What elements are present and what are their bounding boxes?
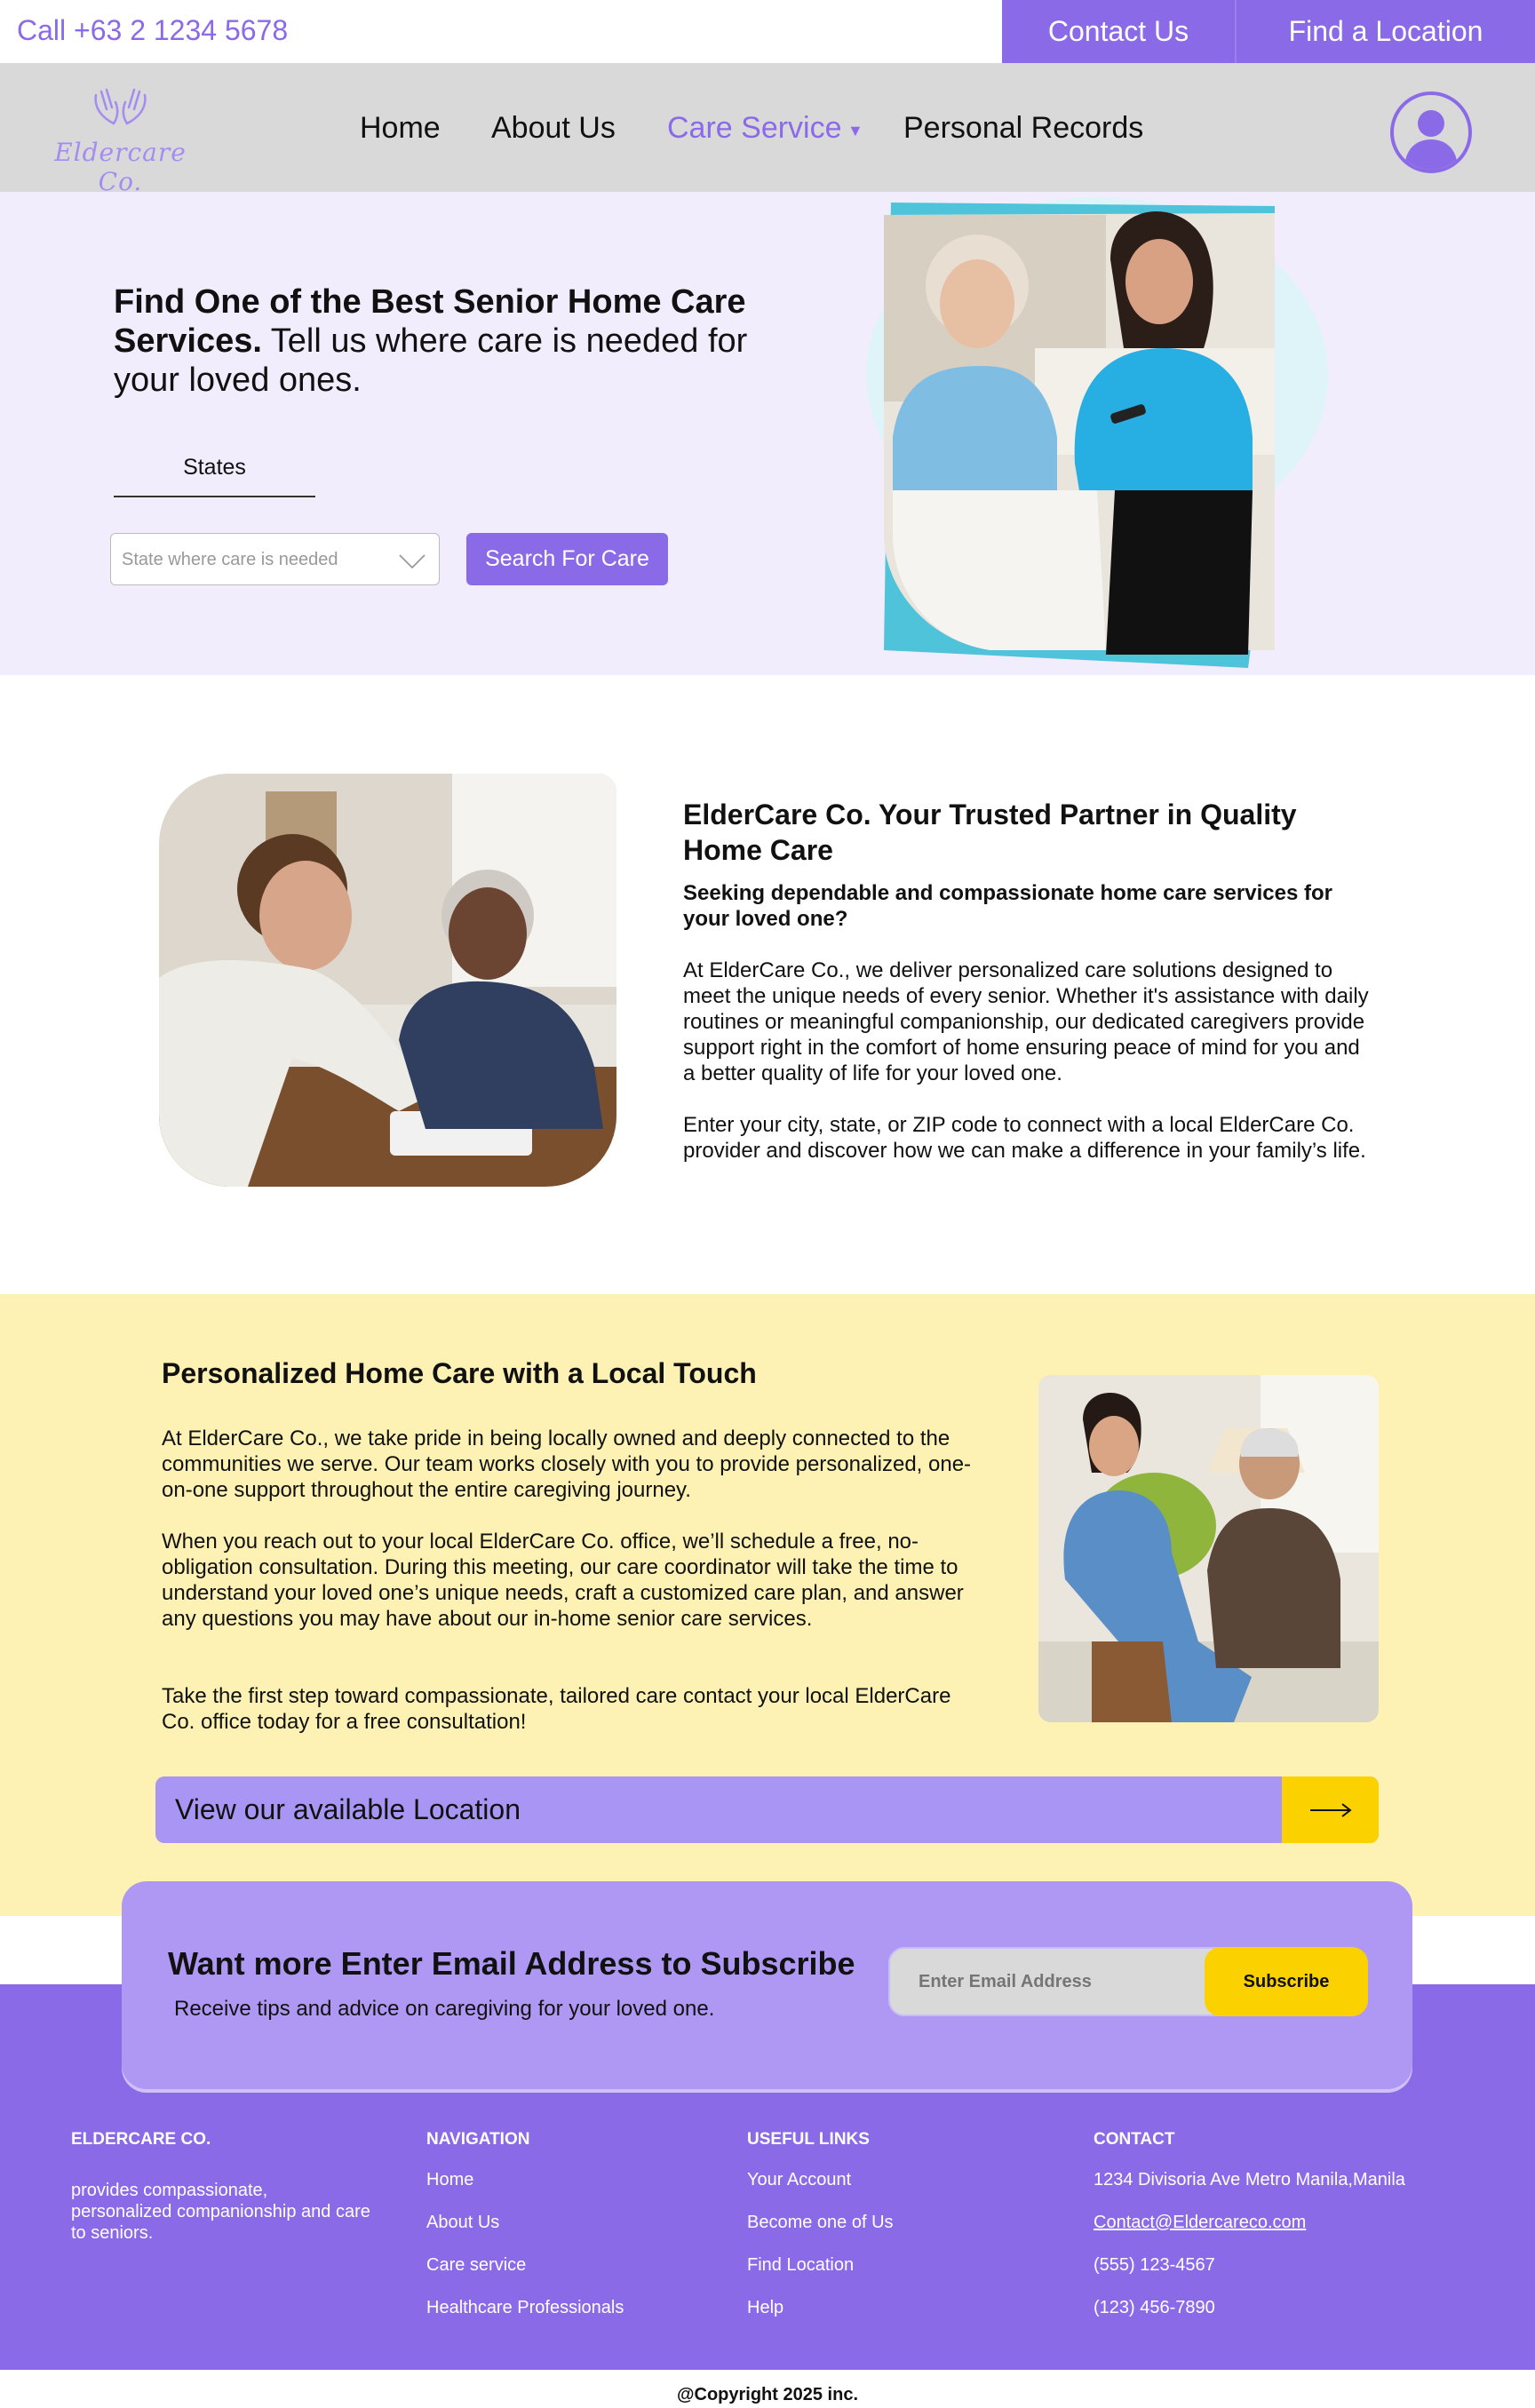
hands-logo-icon bbox=[94, 88, 147, 125]
phone-number[interactable]: Call +63 2 1234 5678 bbox=[17, 14, 288, 47]
about-caregiver-photo bbox=[159, 774, 616, 1187]
footer-link-find-location[interactable]: Find Location bbox=[747, 2255, 854, 2276]
footer-link-help[interactable]: Help bbox=[747, 2298, 783, 2318]
state-select-placeholder: State where care is needed bbox=[122, 550, 338, 569]
about-paragraph-1: At ElderCare Co., we deliver personalize… bbox=[683, 958, 1369, 1085]
chevron-down-icon bbox=[399, 554, 426, 569]
view-location-bar[interactable]: View our available Location bbox=[155, 1776, 1379, 1843]
nav-home[interactable]: Home bbox=[360, 111, 441, 146]
footer-link-your-account[interactable]: Your Account bbox=[747, 2170, 851, 2190]
local-nurse-photo bbox=[1038, 1375, 1379, 1722]
local-paragraph-3: Take the first step toward compassionate… bbox=[162, 1684, 951, 1734]
view-location-label: View our available Location bbox=[175, 1793, 521, 1825]
logo[interactable]: Eldercare Co. bbox=[43, 86, 198, 196]
subscribe-button[interactable]: Subscribe bbox=[1205, 1947, 1368, 2016]
footer-company-description: provides compassionate, personalized com… bbox=[71, 2181, 370, 2243]
footer-navigation-heading: NAVIGATION bbox=[426, 2130, 530, 2149]
local-paragraph-2: When you reach out to your local ElderCa… bbox=[162, 1530, 964, 1631]
footer-useful-links-heading: USEFUL LINKS bbox=[747, 2130, 870, 2149]
footer-email-link[interactable]: Contact@Eldercareco.com bbox=[1094, 2213, 1306, 2233]
footer-phone-2: (123) 456-7890 bbox=[1094, 2298, 1215, 2317]
local-paragraph-1: At ElderCare Co., we take pride in being… bbox=[162, 1427, 972, 1502]
email-input[interactable] bbox=[919, 1972, 1185, 1992]
footer-address: 1234 Divisoria Ave Metro Manila,Manila bbox=[1094, 2170, 1405, 2189]
footer-link-care-service[interactable]: Care service bbox=[426, 2255, 526, 2276]
user-avatar-icon[interactable] bbox=[1390, 91, 1472, 173]
about-title: ElderCare Co. Your Trusted Partner in Qu… bbox=[683, 799, 1297, 866]
chevron-down-icon[interactable]: ▼ bbox=[847, 122, 863, 140]
tab-states[interactable]: States bbox=[114, 455, 315, 481]
subscribe-form: Subscribe bbox=[888, 1947, 1368, 2016]
nav-personal-records[interactable]: Personal Records bbox=[903, 111, 1143, 146]
footer-contact-heading: CONTACT bbox=[1094, 2130, 1175, 2149]
hero-title: Find One of the Best Senior Home Care Se… bbox=[114, 283, 748, 399]
find-location-button[interactable]: Find a Location bbox=[1237, 0, 1535, 63]
subscribe-title: Want more Enter Email Address to Subscri… bbox=[168, 1945, 855, 1982]
subscribe-text: Receive tips and advice on caregiving fo… bbox=[174, 1997, 715, 2021]
about-paragraph-2: Enter your city, state, or ZIP code to c… bbox=[683, 1113, 1366, 1163]
search-for-care-button[interactable]: Search For Care bbox=[466, 533, 668, 585]
copyright-text: @Copyright 2025 inc. bbox=[677, 2385, 858, 2404]
arrow-right-icon[interactable] bbox=[1282, 1776, 1379, 1843]
footer-link-home[interactable]: Home bbox=[426, 2170, 473, 2190]
nav-about-us[interactable]: About Us bbox=[491, 111, 616, 146]
tab-underline bbox=[114, 496, 315, 497]
contact-us-button[interactable]: Contact Us bbox=[1002, 0, 1237, 63]
local-care-title: Personalized Home Care with a Local Touc… bbox=[162, 1357, 757, 1389]
footer-phone-1: (555) 123-4567 bbox=[1094, 2255, 1215, 2275]
about-subtitle: Seeking dependable and compassionate hom… bbox=[683, 881, 1332, 931]
top-bar: Call +63 2 1234 5678 Contact Us Find a L… bbox=[0, 0, 1535, 63]
hero-caregiver-photo bbox=[866, 197, 1328, 668]
logo-text: Eldercare Co. bbox=[54, 138, 187, 196]
footer-link-healthcare-professionals[interactable]: Healthcare Professionals bbox=[426, 2298, 624, 2318]
footer-link-about-us[interactable]: About Us bbox=[426, 2213, 499, 2233]
footer-company-heading: ELDERCARE CO. bbox=[71, 2130, 211, 2149]
state-select[interactable]: State where care is needed bbox=[110, 533, 440, 585]
nav-care-service[interactable]: Care Service bbox=[667, 111, 842, 146]
main-nav: Eldercare Co. Home About Us Care Service… bbox=[0, 63, 1535, 196]
footer-link-become-one-of-us[interactable]: Become one of Us bbox=[747, 2213, 894, 2233]
